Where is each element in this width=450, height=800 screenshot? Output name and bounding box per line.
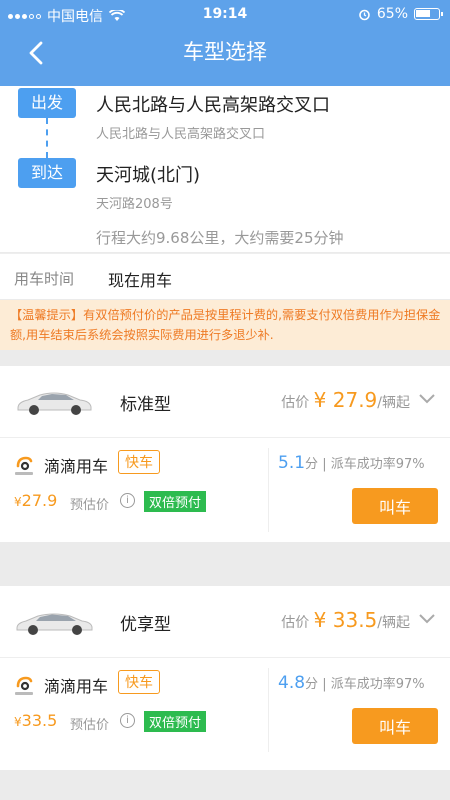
departure-name[interactable]: 人民北路与人民高架路交叉口 — [96, 91, 330, 117]
success-rate: | 派车成功率97% — [322, 677, 425, 692]
car-section-premium: 优享型 估价 ¥ 33.5/辆起 滴滴用车 快车 ¥33.5 预估价 i 双倍预… — [0, 586, 450, 770]
car-icon — [16, 613, 93, 635]
header-bar: 中国电信 19:14 65% 车型选择 — [0, 0, 450, 86]
yen-symbol: ¥ — [14, 715, 22, 729]
divider — [268, 448, 269, 532]
estimate-unit: /辆起 — [377, 395, 410, 411]
chevron-down-icon[interactable] — [418, 392, 436, 406]
provider-name: 滴滴用车 — [44, 457, 109, 476]
warm-tip: 【温馨提示】有双倍预付价的产品是按里程计费的,需要支付双倍费用作为担保金额,用车… — [0, 300, 450, 350]
car-type-name: 标准型 — [120, 395, 171, 415]
car-icon — [17, 392, 92, 415]
car-estimate: 估价 ¥ 27.9/辆起 — [281, 388, 410, 412]
chevron-down-icon[interactable] — [418, 612, 436, 626]
estimate-label: 估价 — [281, 615, 310, 631]
estimate-price-label: 预估价 — [70, 498, 110, 513]
offer-price-value: 33.5 — [21, 711, 58, 730]
didi-logo-icon — [15, 456, 33, 475]
time-row[interactable]: 用车时间 现在用车 — [0, 253, 450, 299]
departure-address: 人民北路与人民高架路交叉口 — [96, 127, 266, 142]
estimate-price: ¥ 33.5 — [313, 608, 378, 632]
double-prepay-badge: 双倍预付 — [144, 491, 207, 512]
provider-name: 滴滴用车 — [44, 677, 109, 696]
eta-unit: 分 — [305, 457, 319, 472]
car-header[interactable]: 优享型 估价 ¥ 33.5/辆起 — [0, 586, 450, 658]
status-right: 65% — [358, 6, 443, 22]
success-rate: | 派车成功率97% — [322, 457, 425, 472]
estimate-price: ¥ 27.9 — [313, 388, 378, 412]
time-value[interactable]: 现在用车 — [108, 267, 172, 291]
trip-info: 行程大约9.68公里，大约需要25分钟 — [96, 229, 344, 247]
car-type-name: 优享型 — [120, 615, 171, 635]
offer-row: 滴滴用车 快车 ¥33.5 预估价 i 双倍预付 4.8分 | 派车成功率97%… — [0, 658, 450, 762]
estimate-unit: /辆起 — [377, 615, 410, 631]
car-header[interactable]: 标准型 估价 ¥ 27.9/辆起 — [0, 366, 450, 438]
dispatch-info: 5.1分 | 派车成功率97% — [278, 453, 425, 473]
arrival-name[interactable]: 天河城(北门) — [96, 161, 200, 187]
eta-value: 4.8 — [278, 673, 306, 693]
eta-unit: 分 — [305, 677, 319, 692]
express-badge: 快车 — [118, 450, 160, 474]
alarm-icon — [359, 9, 370, 20]
yen-symbol: ¥ — [14, 495, 22, 509]
departure-tag: 出发 — [18, 88, 76, 118]
double-prepay-badge: 双倍预付 — [144, 711, 207, 732]
offer-price: ¥33.5 — [14, 711, 57, 730]
battery-percent: 65% — [376, 6, 408, 22]
battery-fill — [416, 10, 430, 17]
estimate-label: 估价 — [281, 395, 310, 411]
battery-icon — [414, 8, 443, 20]
info-icon[interactable]: i — [120, 493, 135, 508]
car-section-standard: 标准型 估价 ¥ 27.9/辆起 滴滴用车 快车 ¥27.9 预估价 i 双倍预… — [0, 366, 450, 542]
dispatch-info: 4.8分 | 派车成功率97% — [278, 673, 425, 693]
estimate-price-label: 预估价 — [70, 718, 110, 733]
divider — [268, 668, 269, 752]
offer-price-value: 27.9 — [21, 491, 58, 510]
offer-price: ¥27.9 — [14, 491, 57, 510]
arrival-tag: 到达 — [18, 158, 76, 188]
call-car-button[interactable]: 叫车 — [352, 488, 438, 524]
route-connector — [46, 118, 48, 158]
status-bar: 中国电信 19:14 65% — [0, 0, 450, 30]
arrival-address: 天河路208号 — [96, 197, 173, 212]
didi-logo-icon — [15, 676, 33, 695]
call-car-button[interactable]: 叫车 — [352, 708, 438, 744]
eta-value: 5.1 — [278, 453, 306, 473]
express-badge: 快车 — [118, 670, 160, 694]
info-icon[interactable]: i — [120, 713, 135, 728]
offer-row: 滴滴用车 快车 ¥27.9 预估价 i 双倍预付 5.1分 | 派车成功率97%… — [0, 438, 450, 542]
page-title: 车型选择 — [183, 40, 267, 64]
time-label: 用车时间 — [14, 270, 75, 288]
car-estimate: 估价 ¥ 33.5/辆起 — [281, 608, 410, 632]
